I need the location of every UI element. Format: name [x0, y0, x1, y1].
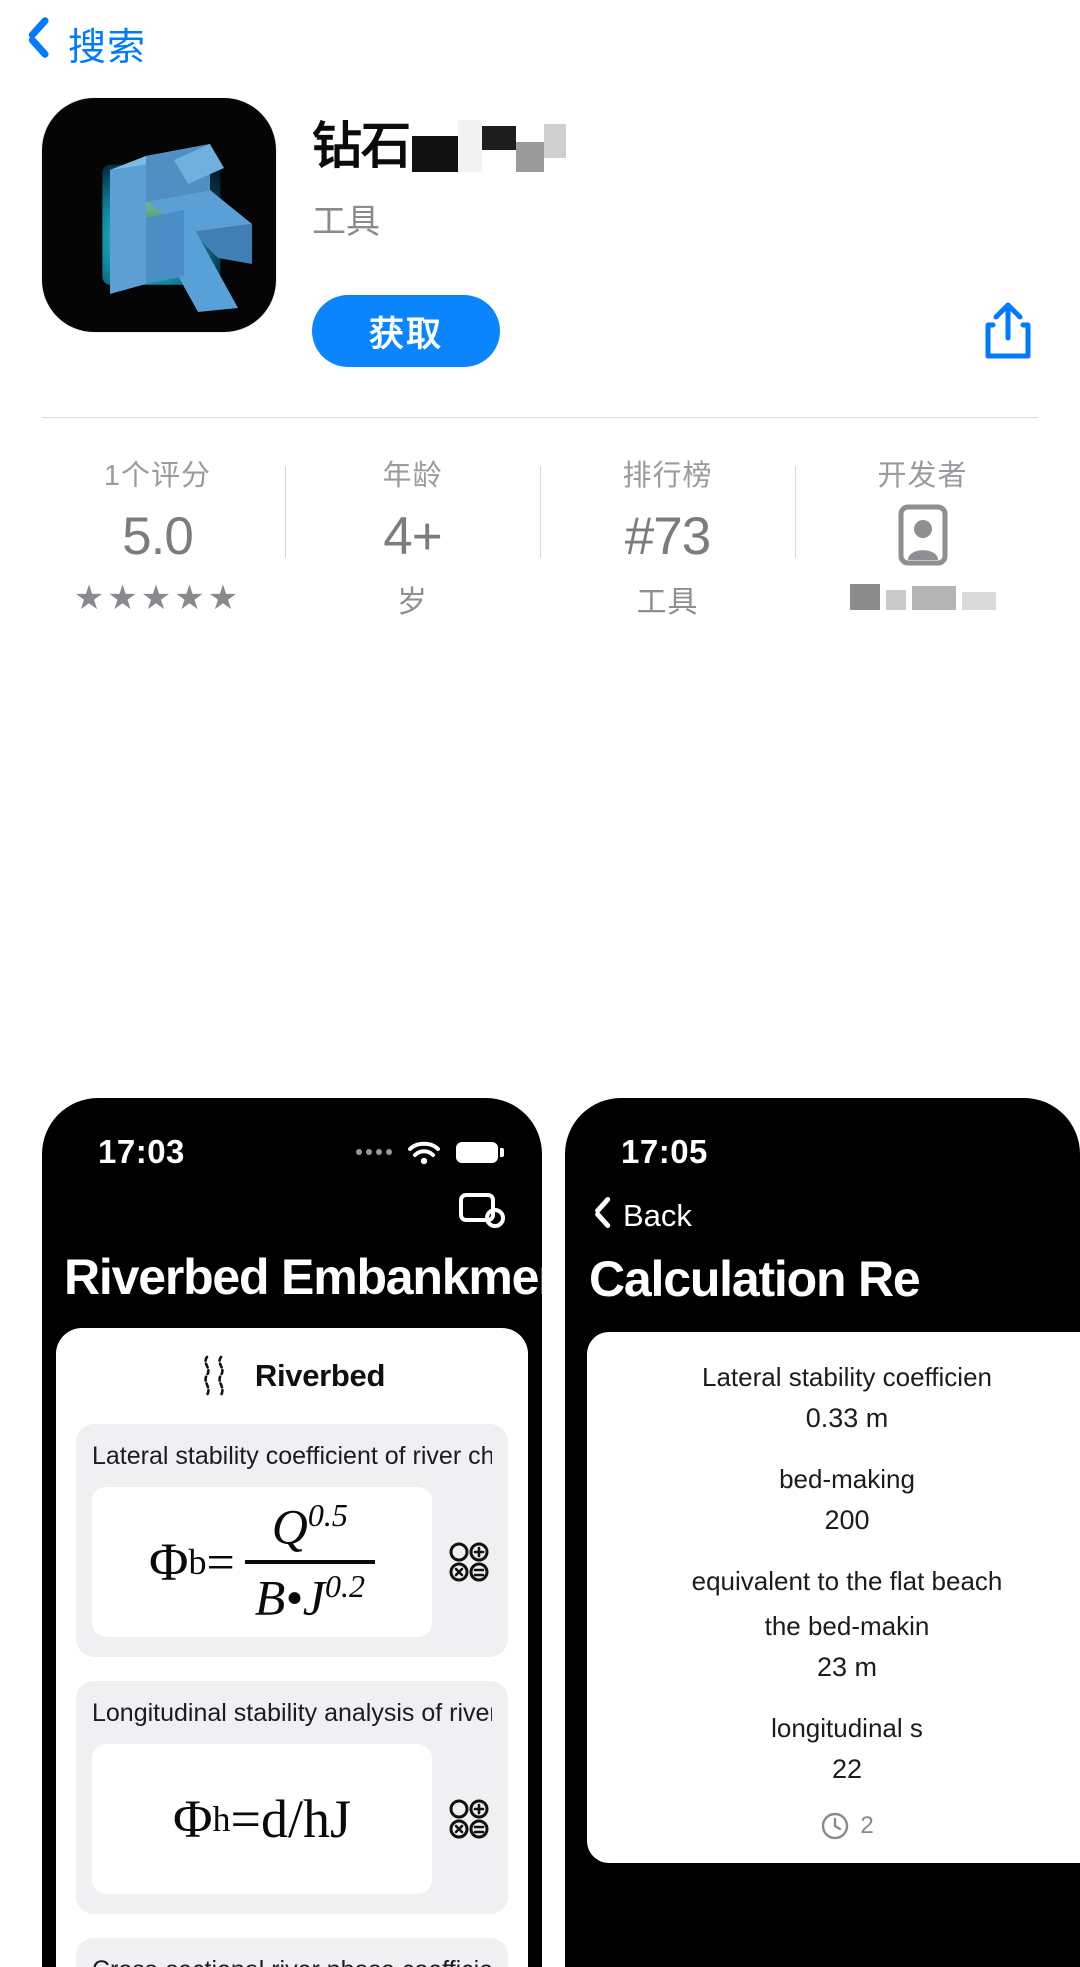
status-icons: [356, 1138, 504, 1166]
screenshot-gallery[interactable]: 17:03 Riverbed Embankment Riverbed Later…: [0, 1098, 1080, 1967]
calculation-results-card: Lateral stability coefficien 0.33 m bed-…: [587, 1332, 1080, 1863]
stat-developer[interactable]: 开发者: [795, 452, 1050, 621]
formula-block-3: Cross-sectional river phase coefficient …: [76, 1938, 508, 1967]
chevron-left-icon: [26, 20, 52, 66]
result-label-3b: the bed-makin: [764, 1611, 930, 1641]
calculator-icon[interactable]: [446, 1796, 492, 1842]
app-meta: 钻石 工具 获取: [276, 98, 1040, 367]
screenshot-2-title: Calculation Re: [589, 1251, 921, 1307]
formula-block-1: Lateral stability coefficient of river c…: [76, 1424, 508, 1657]
stat-rating[interactable]: 1个评分 5.0 ★★★★★: [30, 452, 285, 621]
stat-age-label: 年龄: [382, 460, 443, 492]
stat-chart-value: #73: [624, 507, 711, 566]
formula-display-2: Φh =d/hJ: [92, 1744, 432, 1894]
result-footer: 2: [611, 1811, 1080, 1841]
back-label: Back: [623, 1198, 692, 1233]
screenshot-1-topbar: [42, 1184, 542, 1240]
formula-caption-2: Longitudinal stability analysis of river…: [92, 1699, 492, 1727]
formula-lhs-1: Φ: [149, 1532, 189, 1592]
result-value-3: 23 m: [816, 1652, 878, 1682]
picture-in-picture-icon[interactable]: [458, 1190, 506, 1230]
stats-row: 1个评分 5.0 ★★★★★ 年龄 4+ 岁 排行榜 #73 工具 开发者: [0, 418, 1080, 621]
formula-caption-1: Lateral stability coefficient of river c…: [92, 1442, 492, 1470]
formula-lhs-2: Φ: [173, 1789, 213, 1849]
screenshot-2-status-bar: 17:05: [565, 1098, 1080, 1184]
stat-chart-sub: 工具: [636, 586, 699, 619]
app-title-row: 钻石: [312, 106, 1040, 178]
card-header: Riverbed: [76, 1354, 508, 1398]
app-action-row: 获取: [312, 295, 1040, 367]
card-header-label: Riverbed: [254, 1358, 386, 1393]
clock-icon: [822, 1812, 849, 1840]
back-label: 搜索: [68, 26, 147, 69]
result-value-2: 200: [824, 1505, 870, 1535]
stat-age-value: 4+: [383, 507, 442, 566]
app-icon-r-glyph: [110, 144, 252, 312]
formula-block-2: Longitudinal stability analysis of river…: [76, 1681, 508, 1914]
formula-equals-1: =: [206, 1534, 235, 1590]
wifi-icon: [408, 1141, 440, 1165]
formula-numerator-1: Q0.5: [271, 1497, 348, 1555]
formula-math-2: Φh =d/hJ: [173, 1788, 351, 1850]
stat-chart-label: 排行榜: [622, 460, 713, 492]
formula-denominator-1: B•J0.2: [254, 1568, 365, 1626]
chevron-left-icon: [593, 1200, 611, 1232]
get-button[interactable]: 获取: [312, 295, 500, 367]
battery-icon: [456, 1141, 504, 1163]
stat-developer-label: 开发者: [877, 460, 968, 492]
formula-math-1: Φb = Q0.5 B•J0.2: [149, 1497, 375, 1626]
result-value-4: 22: [831, 1754, 863, 1784]
stat-rating-value: 5.0: [122, 507, 194, 566]
formula-row-2: Φh =d/hJ: [92, 1744, 492, 1894]
share-icon: [985, 302, 1031, 359]
formula-rhs-2: =d/hJ: [230, 1789, 351, 1849]
stat-rating-label: 1个评分: [103, 460, 212, 492]
result-value-1: 0.33 m: [805, 1403, 889, 1433]
screenshot-2-back-button[interactable]: Back: [565, 1184, 1080, 1242]
screenshot-2[interactable]: 17:05 Back Calculation Re Lateral stabil…: [565, 1098, 1080, 1967]
app-header: 钻石 工具 获取: [0, 76, 1080, 367]
app-icon[interactable]: [42, 98, 276, 332]
screenshot-1-title: Riverbed Embankment: [64, 1249, 542, 1305]
screenshot-1-status-bar: 17:03: [42, 1098, 542, 1184]
status-time: 17:03: [98, 1133, 185, 1170]
signal-dots-icon: [356, 1149, 392, 1155]
app-title: 钻石: [312, 118, 411, 174]
stat-rating-stars: ★★★★★: [73, 579, 242, 617]
developer-name-redacted: [849, 582, 996, 610]
formula-row-1: Φb = Q0.5 B•J0.2: [92, 1487, 492, 1637]
river-wave-icon: [204, 1355, 224, 1397]
result-label-2: bed-making: [779, 1464, 915, 1494]
formula-fraction-1: Q0.5 B•J0.2: [244, 1497, 375, 1626]
result-label-4: longitudinal s: [771, 1713, 923, 1743]
share-button[interactable]: [976, 295, 1040, 367]
formula-lhs-sub-1: b: [188, 1542, 207, 1582]
screenshot-1[interactable]: 17:03 Riverbed Embankment Riverbed Later…: [42, 1098, 542, 1967]
stat-age[interactable]: 年龄 4+ 岁: [285, 452, 540, 621]
formula-display-1: Φb = Q0.5 B•J0.2: [92, 1487, 432, 1637]
status-time: 17:05: [621, 1133, 708, 1170]
stat-chart-rank[interactable]: 排行榜 #73 工具: [540, 452, 795, 621]
result-label-3: equivalent to the flat beach: [691, 1566, 1003, 1596]
result-footer-text: 2: [860, 1812, 874, 1839]
calculator-icon[interactable]: [446, 1539, 492, 1585]
stat-age-sub: 岁: [397, 586, 428, 619]
app-store-product-page: 搜索 钻石 工具 获取 1个评分 5.0 ★★★★★ 年龄 4+ 岁 排行榜 #…: [0, 0, 1080, 1967]
screenshot-1-card: Riverbed Lateral stability coefficient o…: [56, 1328, 528, 1967]
person-card-icon: [898, 504, 947, 566]
app-title-redacted-block: [412, 120, 566, 172]
app-category-subtitle: 工具: [312, 203, 380, 241]
formula-caption-3: Cross-sectional river phase coefficient: [92, 1956, 492, 1967]
navigation-bar: 搜索: [0, 0, 1080, 76]
result-label-1: Lateral stability coefficien: [701, 1362, 992, 1392]
back-to-search-button[interactable]: 搜索: [26, 16, 146, 71]
formula-lhs-sub-2: h: [212, 1799, 231, 1839]
